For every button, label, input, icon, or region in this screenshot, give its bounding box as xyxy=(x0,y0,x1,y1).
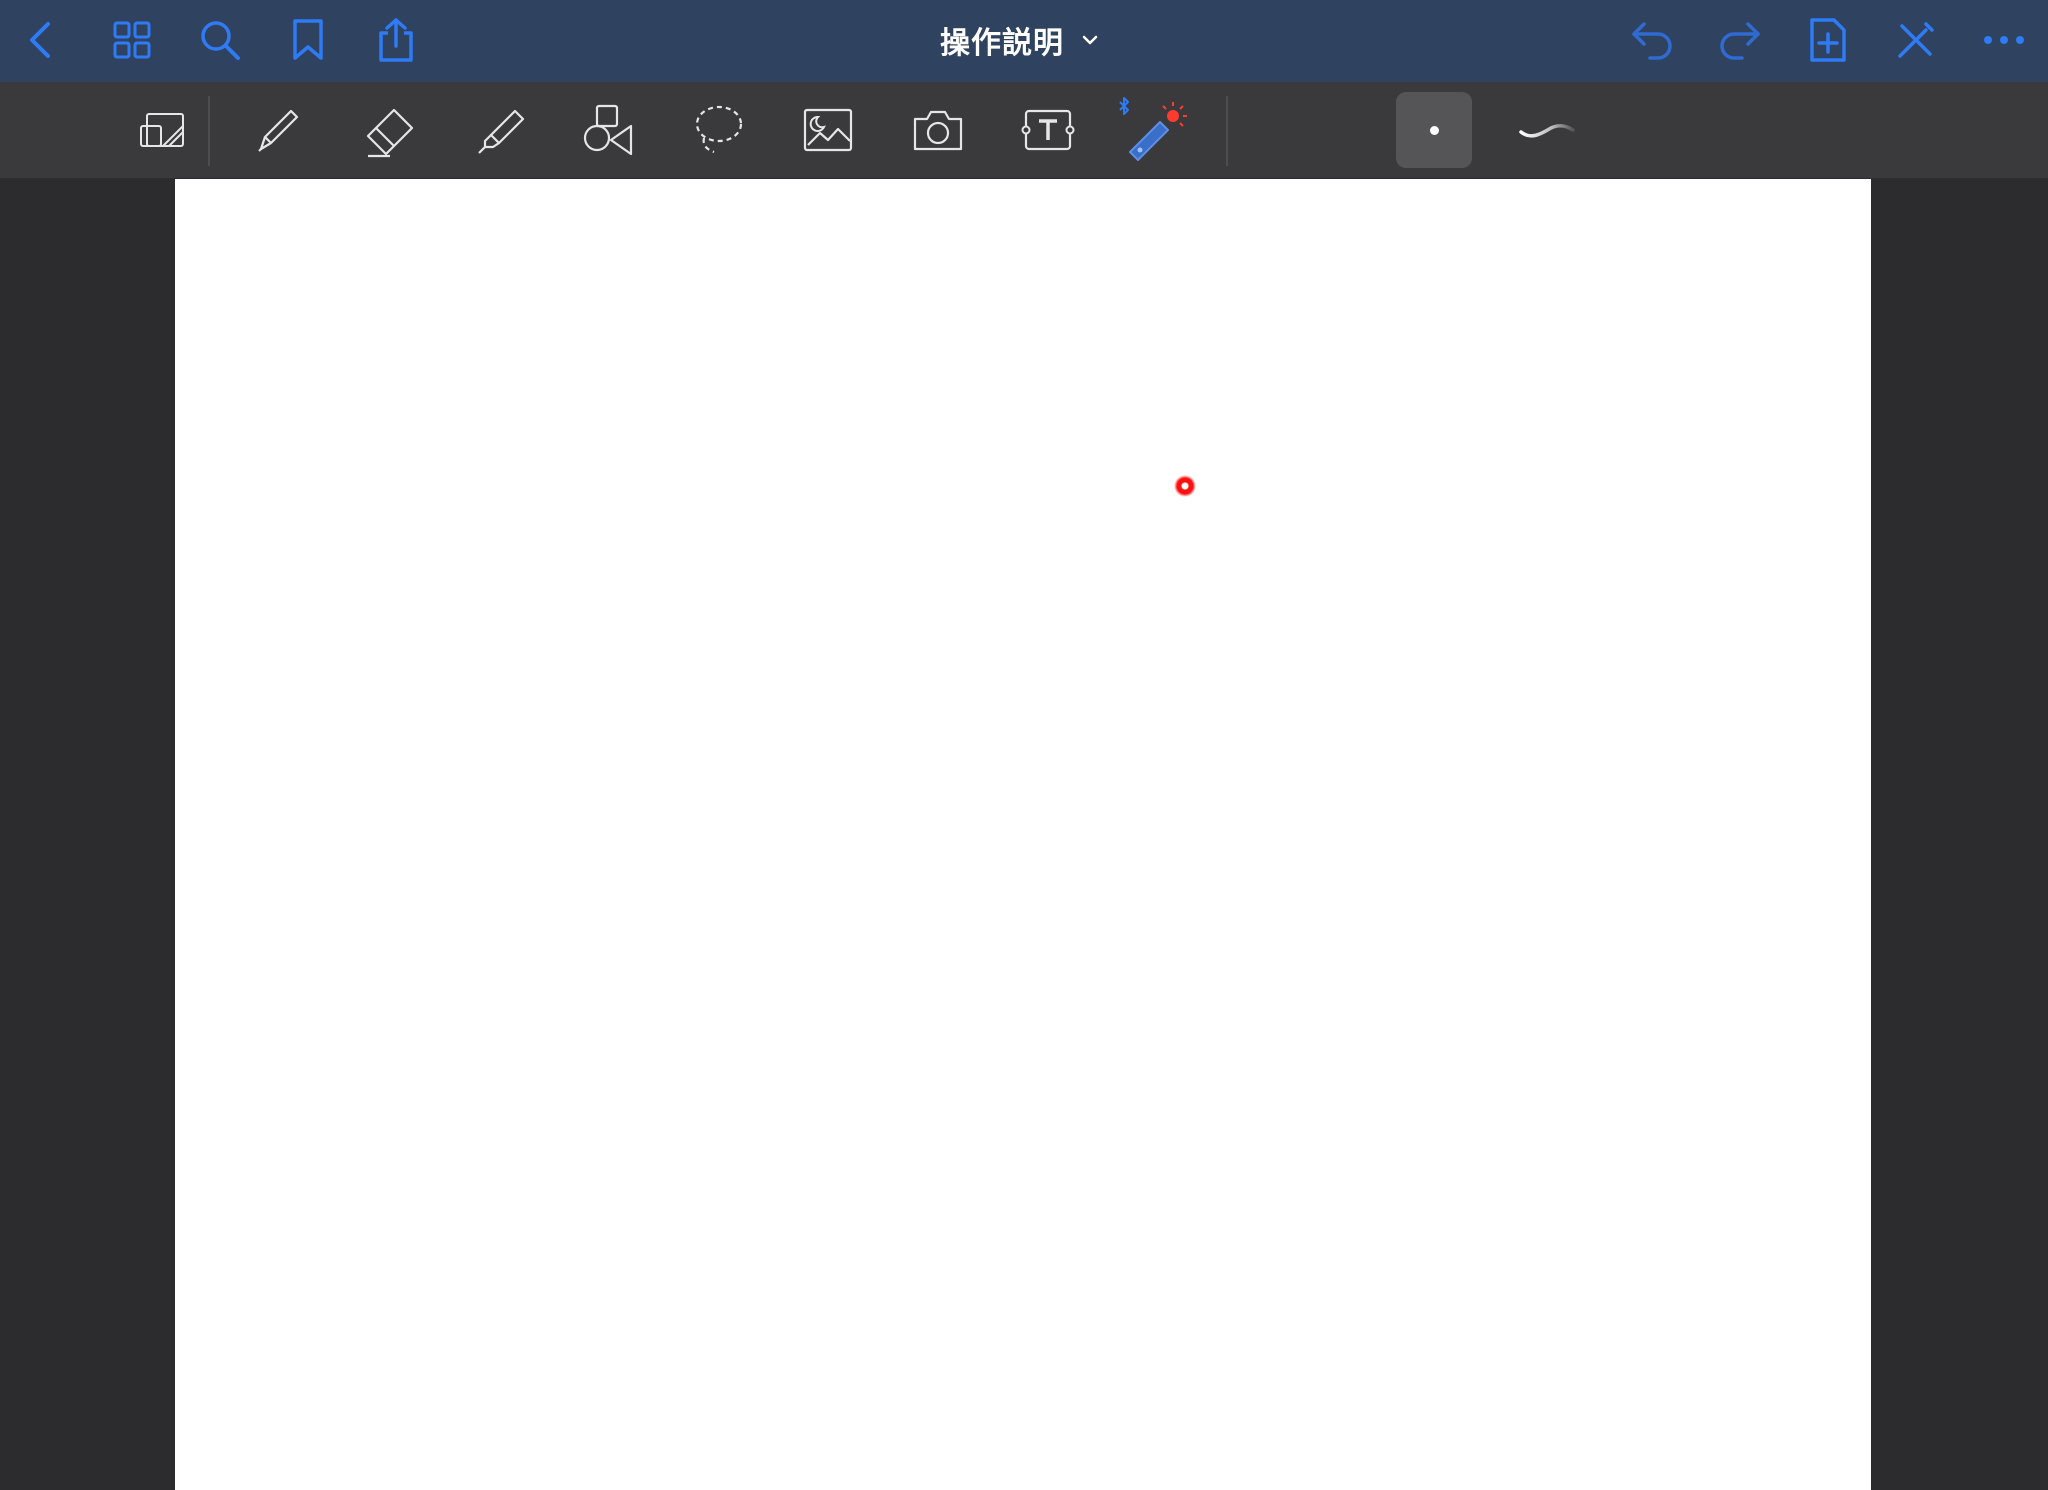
zoom-window-tool[interactable] xyxy=(128,94,200,166)
toolbar-divider xyxy=(208,96,210,166)
search-icon xyxy=(201,21,240,60)
laser-dot-icon xyxy=(1429,125,1439,135)
shapes-icon xyxy=(583,104,633,156)
add-page-icon xyxy=(1810,18,1846,62)
eraser-tool[interactable] xyxy=(354,94,426,166)
read-only-pen-icon xyxy=(1898,22,1934,58)
redo-button[interactable] xyxy=(1710,10,1770,70)
more-button[interactable] xyxy=(1974,10,2034,70)
image-tool[interactable] xyxy=(792,94,864,166)
undo-button[interactable] xyxy=(1622,10,1682,70)
bookmark-icon xyxy=(293,19,323,60)
camera-tool[interactable] xyxy=(902,94,974,166)
laser-pointer-tool[interactable] xyxy=(1116,94,1196,166)
document-title: 操作説明 xyxy=(940,26,1064,61)
annotation-toolbar xyxy=(0,82,2048,178)
laser-trail-icon xyxy=(1519,124,1575,138)
document-title-menu[interactable]: 操作説明 xyxy=(940,14,1098,66)
search-button[interactable] xyxy=(190,10,250,70)
zoom-window-icon xyxy=(140,113,184,147)
laser-pointer-dot xyxy=(1174,475,1196,497)
undo-icon xyxy=(1632,22,1672,60)
chevron-down-icon xyxy=(1082,35,1098,45)
image-icon xyxy=(803,108,853,152)
text-box-tool[interactable] xyxy=(1012,94,1084,166)
camera-icon xyxy=(913,110,963,151)
highlighter-icon xyxy=(478,109,525,154)
share-icon xyxy=(379,18,413,62)
pen-tool[interactable] xyxy=(242,94,314,166)
text-box-icon xyxy=(1021,109,1075,151)
pen-icon xyxy=(258,109,299,152)
redo-icon xyxy=(1720,22,1760,60)
thumbnails-button[interactable] xyxy=(102,10,162,70)
note-page-canvas[interactable] xyxy=(175,179,1871,1490)
app-window: 操作説明 xyxy=(0,0,2048,1490)
add-page-button[interactable] xyxy=(1798,10,1858,70)
back-chevron-icon xyxy=(30,22,50,58)
bookmark-button[interactable] xyxy=(278,10,338,70)
top-navigation-bar: 操作説明 xyxy=(0,0,2048,82)
read-only-mode-button[interactable] xyxy=(1886,10,1946,70)
laser-dot-option[interactable] xyxy=(1396,92,1472,168)
toolbar-divider xyxy=(1226,96,1228,166)
share-button[interactable] xyxy=(366,10,426,70)
lasso-icon xyxy=(695,105,743,154)
laser-trail-option[interactable] xyxy=(1508,92,1584,168)
back-button[interactable] xyxy=(12,10,72,70)
laser-pointer-icon xyxy=(1119,97,1187,161)
lasso-tool[interactable] xyxy=(682,94,754,166)
thumbnails-grid-icon xyxy=(113,21,151,59)
more-ellipsis-icon xyxy=(1984,36,2024,44)
eraser-icon xyxy=(366,108,414,158)
shapes-tool[interactable] xyxy=(572,94,644,166)
highlighter-tool[interactable] xyxy=(464,94,536,166)
